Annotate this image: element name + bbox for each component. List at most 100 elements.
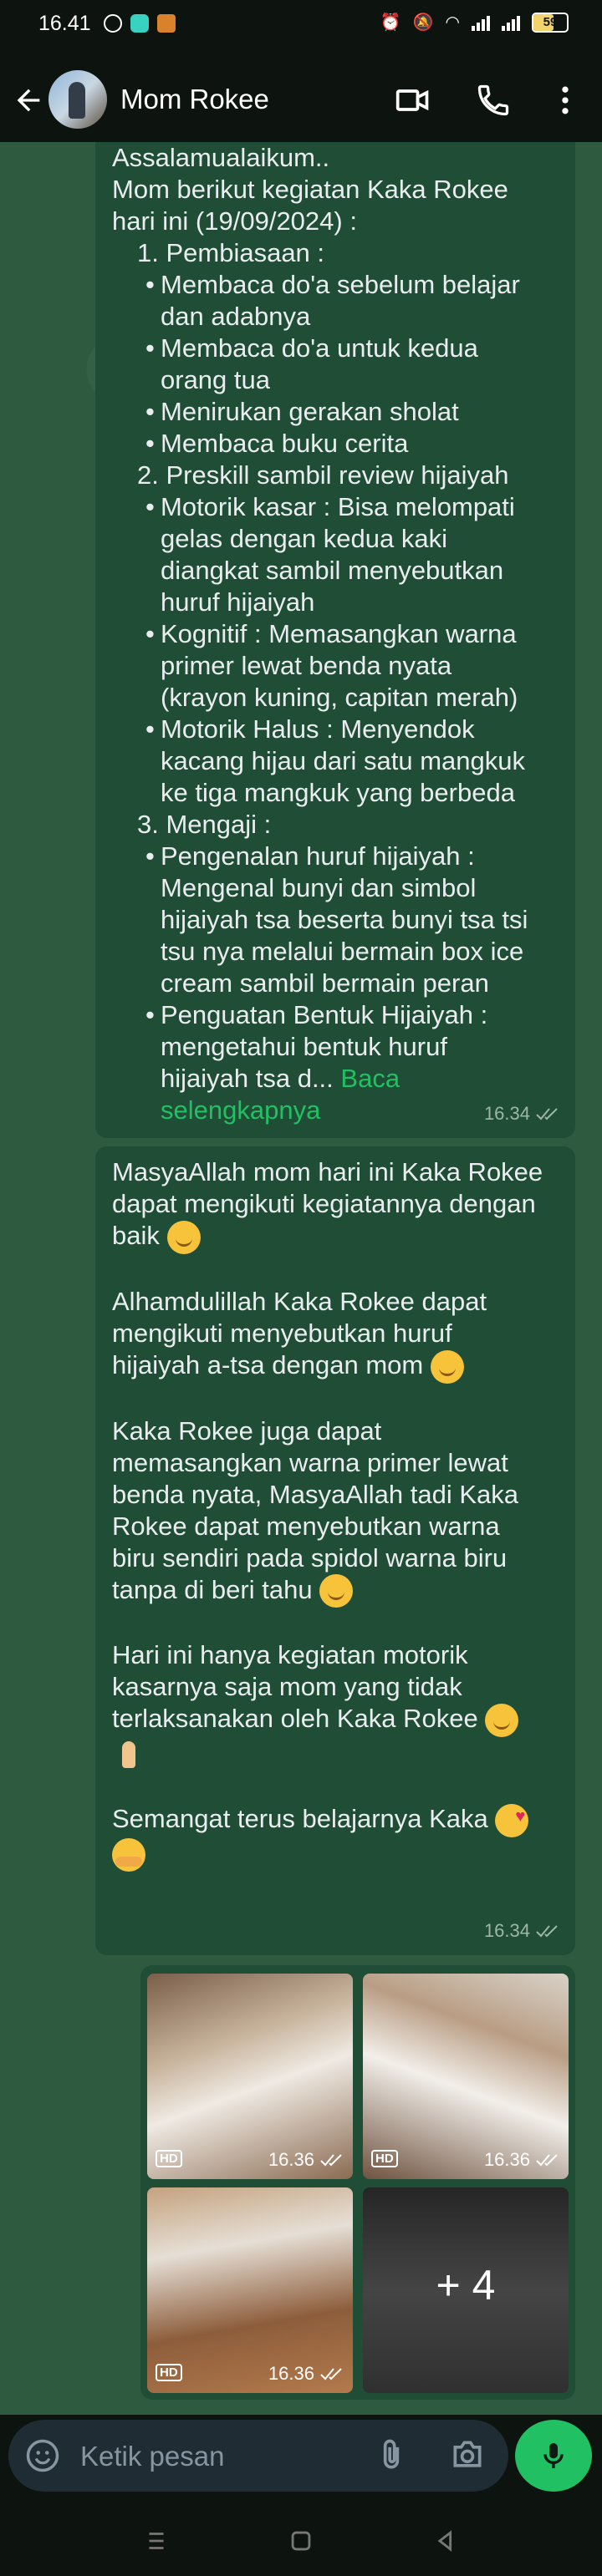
photo-thumbnail[interactable]: HD 16.36 (363, 1974, 569, 2179)
activity-list: 1. Pembiasaan : • Membaca do'a sebelum bel… (112, 237, 559, 1063)
message-line: hijaiyah tsa d... (161, 1064, 334, 1093)
bullet-icon: • (145, 714, 155, 744)
message-line: kasarnya saja mom yang tidak (112, 1672, 462, 1702)
message-bubble-received[interactable]: MasyaAllah mom hari ini Kaka Rokee dapat… (95, 1146, 575, 1955)
video-call-icon[interactable] (395, 82, 431, 119)
photo-thumbnail[interactable]: HD 16.36 (147, 1974, 353, 2179)
praying-hands-emoji-icon (112, 1738, 145, 1771)
notification-icons (104, 14, 176, 33)
numbered-item: 3. Mengaji : (137, 810, 272, 839)
bullet-line: orang tua (161, 365, 270, 394)
bullet-line: cream sambil bermain peran (161, 968, 489, 998)
bullet-line: Menirukan gerakan sholat (161, 397, 459, 426)
bullet-line: tsu nya melalui bermain box ice (161, 937, 524, 966)
hd-badge: HD (156, 2364, 182, 2381)
message-meta: 16.34 (484, 1098, 560, 1130)
avatar[interactable] (48, 70, 107, 129)
chat-app-icon (130, 14, 149, 33)
signal-icon-2 (502, 14, 520, 31)
message-line: benda nyata, MasyaAllah tadi Kaka (112, 1479, 518, 1509)
message-line: MasyaAllah mom hari ini Kaka Rokee (112, 1157, 543, 1186)
bullet-item: • Kognitif : Memasangkan warna primer lewa… (112, 618, 559, 714)
bullet-icon: • (145, 333, 155, 363)
bullet-line: Motorik kasar : Bisa melompati (161, 492, 515, 521)
bullet-item: • Motorik Halus : Menyendok kacang hijau d… (112, 714, 559, 809)
bullet-item: • Membaca buku cerita (112, 428, 559, 460)
camera-icon[interactable] (448, 2436, 487, 2473)
system-nav-bar (0, 2505, 602, 2576)
message-bubble-received[interactable]: Assalamualaikum.. Mom berikut kegiatan K… (95, 142, 575, 1138)
photo-thumbnail[interactable]: HD 16.36 (147, 2187, 353, 2393)
status-bar: 16.41 ⏰ 🔕 ◠ 59 (0, 0, 602, 52)
paperclip-icon[interactable] (373, 2436, 410, 2473)
bullet-line: Membaca buku cerita (161, 429, 409, 458)
paragraph: Alhamdulillah Kaka Rokee dapat mengikuti… (112, 1286, 559, 1384)
recent-apps-icon[interactable] (142, 2527, 171, 2555)
home-icon[interactable] (287, 2527, 315, 2555)
bullet-icon: • (145, 1000, 155, 1029)
bullet-line: mengetahui bentuk huruf (161, 1032, 447, 1061)
bullet-item: • Penguatan Bentuk Hijaiyah : mengetahui b… (112, 999, 559, 1063)
message-meta: 16.34 (484, 1915, 560, 1947)
bullet-line: gelas dengan kedua kaki (161, 524, 447, 553)
bullet-line: (krayon kuning, capitan merah) (161, 683, 518, 712)
bullet-line: Membaca do'a sebelum belajar (161, 270, 520, 299)
message-line: hari ini (19/09/2024) : (112, 206, 357, 236)
bullet-line: hijaiyah tsa beserta bunyi tsa tsi (161, 905, 528, 934)
emoji-icon[interactable] (25, 2438, 60, 2473)
wifi-icon: ◠ (445, 13, 460, 32)
contact-name[interactable]: Mom Rokee (120, 84, 269, 115)
back-nav-icon[interactable] (431, 2527, 460, 2555)
double-check-icon (320, 2154, 342, 2167)
smiling-emoji-icon (166, 1220, 201, 1254)
message-line: Mom berikut kegiatan Kaka Rokee (112, 175, 508, 204)
paragraph: Hari ini hanya kegiatan motorik kasarnya… (112, 1639, 559, 1771)
read-more-link-2[interactable]: selengkapnya (161, 1095, 320, 1125)
double-check-icon (320, 2368, 342, 2380)
smiling-emoji-icon (319, 1574, 354, 1608)
bullet-item: • Motorik kasar : Bisa melompati gelas den… (112, 491, 559, 618)
voice-record-button[interactable] (515, 2420, 592, 2492)
smiling-hearts-emoji-icon (495, 1801, 529, 1837)
voice-call-icon[interactable] (475, 82, 512, 119)
more-options-icon[interactable] (547, 82, 584, 119)
message-line: Semangat terus belajarnya Kaka (112, 1804, 488, 1834)
message-line: Alhamdulillah Kaka Rokee dapat (112, 1286, 487, 1316)
chat-header: Mom Rokee (0, 52, 602, 147)
hd-badge: HD (371, 2150, 398, 2167)
bullet-line: ke tiga mangkuk yang berbeda (161, 778, 515, 807)
bullet-line: primer lewat benda nyata (161, 651, 452, 680)
bullet-icon: • (145, 270, 155, 299)
more-photos-count: + 4 (436, 2262, 496, 2309)
message-line: baik (112, 1221, 160, 1250)
double-check-icon (536, 1108, 558, 1120)
input-placeholder[interactable]: Ketik pesan (80, 2441, 224, 2472)
media-time: 16.36 (483, 2149, 530, 2170)
bullet-icon: • (145, 492, 155, 521)
more-photos-thumbnail[interactable]: + 4 (363, 2187, 569, 2393)
back-arrow-icon[interactable] (12, 84, 45, 117)
bullet-line: Motorik Halus : Menyendok (161, 714, 475, 744)
message-line: dapat mengikuti kegiatannya dengan (112, 1189, 536, 1218)
bullet-line: Membaca do'a untuk kedua (161, 333, 478, 363)
numbered-item: 1. Pembiasaan : (137, 238, 325, 267)
read-more-link[interactable]: Baca (340, 1064, 400, 1093)
bullet-line: Pengenalan huruf hijaiyah : (161, 841, 475, 871)
bullet-line: diangkat sambil menyebutkan (161, 556, 504, 585)
message-line: Rokee dapat menyebutkan warna (112, 1511, 500, 1541)
message-line: Kaka Rokee juga dapat (112, 1415, 382, 1446)
bullet-icon: • (145, 397, 155, 426)
signal-icon (472, 14, 490, 31)
bullet-icon: • (145, 429, 155, 458)
hd-badge: HD (156, 2150, 182, 2167)
message-line: Hari ini hanya kegiatan motorik (112, 1640, 468, 1670)
whatsapp-icon (104, 14, 122, 33)
app-notification-icon (157, 14, 176, 33)
bullet-item: • Membaca do'a untuk kedua orang tua (112, 333, 559, 396)
status-time: 16.41 (38, 12, 91, 35)
paragraph: Semangat terus belajarnya Kaka (112, 1801, 559, 1872)
media-time: 16.36 (268, 2149, 314, 2170)
bullet-line: Mengenal bunyi dan simbol (161, 873, 477, 902)
message-line: memasangkan warna primer lewat (112, 1447, 508, 1477)
bullet-line: Kognitif : Memasangkan warna (161, 619, 517, 648)
